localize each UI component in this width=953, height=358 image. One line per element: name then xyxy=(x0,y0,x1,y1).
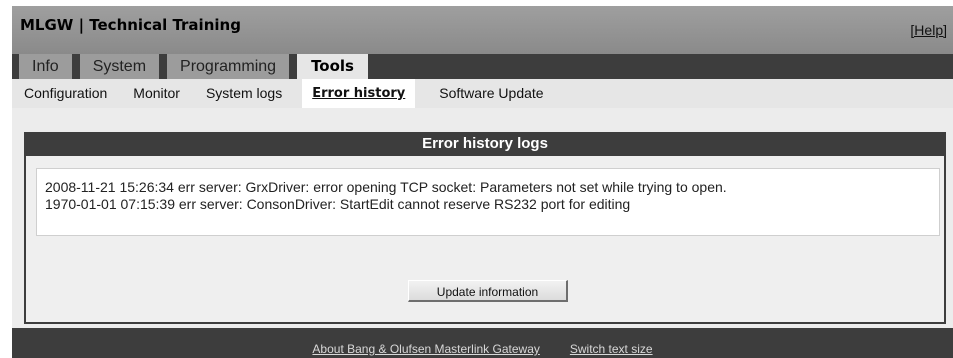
error-history-panel: Error history logs 2008-11-21 15:26:34 e… xyxy=(24,132,946,324)
tab-programming[interactable]: Programming xyxy=(167,54,290,79)
about-link[interactable]: About Bang & Olufsen Masterlink Gateway xyxy=(312,342,539,356)
tab-tools[interactable]: Tools xyxy=(297,54,368,79)
app-frame: MLGW | Technical Training [Help] Info Sy… xyxy=(12,6,953,358)
panel-title: Error history logs xyxy=(24,132,946,156)
footer: About Bang & Olufsen Masterlink Gateway … xyxy=(12,328,953,358)
subnav-software-update[interactable]: Software Update xyxy=(437,79,545,108)
header-bar: MLGW | Technical Training [Help] xyxy=(12,6,953,54)
tab-info[interactable]: Info xyxy=(19,54,72,79)
help-link[interactable]: [Help] xyxy=(910,22,947,38)
log-list: 2008-11-21 15:26:34 err server: GrxDrive… xyxy=(36,168,940,236)
update-information-button[interactable]: Update information xyxy=(408,280,568,302)
sub-navigation: Configuration Monitor System logs Error … xyxy=(12,79,953,108)
subnav-system-logs[interactable]: System logs xyxy=(204,79,284,108)
content-area: Error history logs 2008-11-21 15:26:34 e… xyxy=(12,108,953,328)
log-entry: 2008-11-21 15:26:34 err server: GrxDrive… xyxy=(45,179,727,195)
main-tabs: Info System Programming Tools xyxy=(19,54,376,79)
tab-system[interactable]: System xyxy=(79,54,160,79)
subnav-monitor[interactable]: Monitor xyxy=(131,79,182,108)
log-entry: 1970-01-01 07:15:39 err server: ConsonDr… xyxy=(45,196,631,212)
app-title: MLGW | Technical Training xyxy=(20,16,241,34)
subnav-configuration[interactable]: Configuration xyxy=(22,79,109,108)
subnav-error-history[interactable]: Error history xyxy=(302,79,416,108)
switch-text-size-link[interactable]: Switch text size xyxy=(570,342,653,356)
